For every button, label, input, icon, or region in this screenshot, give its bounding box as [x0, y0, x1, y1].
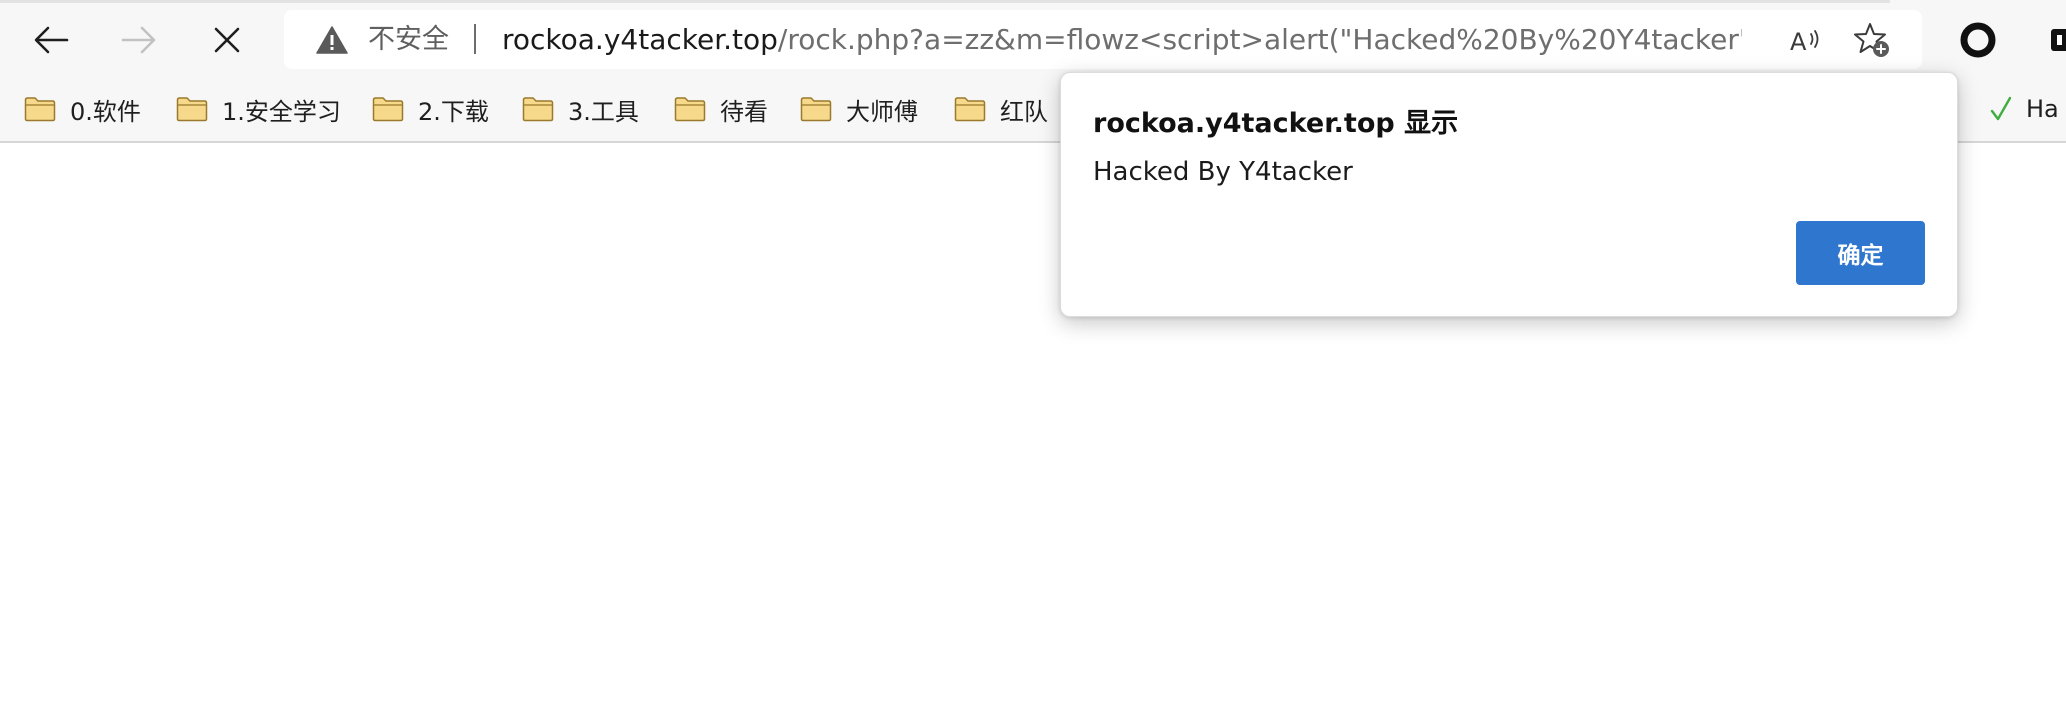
record-icon [1960, 22, 1996, 58]
security-status-label[interactable]: 不安全 [368, 10, 449, 69]
read-aloud-icon: A [1790, 28, 1819, 55]
bookmark-folder[interactable]: 1.安全学习 [176, 88, 341, 130]
bookmark-folder[interactable]: 大师傅 [800, 88, 918, 130]
folder-icon [522, 97, 554, 122]
bookmark-label: 1.安全学习 [222, 97, 341, 126]
alert-dialog: rockoa.y4tacker.top 显示 Hacked By Y4tacke… [1060, 72, 1958, 317]
bookmark-label: 0.软件 [70, 97, 141, 126]
back-button[interactable] [25, 14, 77, 66]
folder-icon [800, 97, 832, 122]
arrow-right-icon [121, 26, 156, 54]
warning-triangle-icon[interactable] [316, 26, 348, 54]
checkmark-icon [1990, 96, 2012, 121]
folder-icon [954, 97, 986, 122]
folder-icon [372, 97, 404, 122]
bookmark-folder[interactable]: 待看 [674, 88, 768, 130]
bookmark-label: 待看 [720, 97, 768, 126]
dialog-title: rockoa.y4tacker.top 显示 [1093, 108, 1459, 139]
bookmark-folder[interactable]: 3.工具 [522, 88, 639, 130]
extension-button-2[interactable] [2040, 18, 2066, 62]
close-icon [214, 27, 240, 53]
arrow-left-icon [34, 26, 69, 54]
read-aloud-button[interactable]: A [1786, 20, 1826, 60]
extension-button[interactable] [1956, 18, 2000, 62]
stop-button[interactable] [201, 14, 253, 66]
bookmark-label: 2.下载 [418, 97, 489, 126]
bookmark-item-check[interactable]: Ha [1990, 88, 2059, 130]
browser-window: 不安全 rockoa.y4tacker.top/rock.php?a=zz&m=… [0, 0, 2066, 706]
forward-button[interactable] [113, 14, 165, 66]
bookmark-label: 红队 [1000, 97, 1048, 126]
bookmark-label: 3.工具 [568, 97, 639, 126]
bookmark-folder[interactable]: 0.软件 [24, 88, 141, 130]
folder-icon [674, 97, 706, 122]
address-bar[interactable]: 不安全 rockoa.y4tacker.top/rock.php?a=zz&m=… [284, 10, 1922, 69]
dialog-message: Hacked By Y4tacker [1093, 157, 1353, 187]
star-add-icon [1854, 23, 1889, 57]
bookmark-folder[interactable]: 2.下载 [372, 88, 489, 130]
bookmark-label: 大师傅 [846, 97, 918, 126]
loading-progress-bar [0, 0, 1890, 3]
url-host: rockoa.y4tacker.top [502, 23, 778, 56]
ok-button[interactable]: 确定 [1796, 221, 1925, 285]
address-divider [474, 24, 476, 54]
folder-icon [24, 97, 56, 122]
url-input[interactable]: rockoa.y4tacker.top/rock.php?a=zz&m=flow… [502, 10, 1742, 69]
browser-toolbar: 不安全 rockoa.y4tacker.top/rock.php?a=zz&m=… [0, 0, 2066, 78]
add-favorite-button[interactable] [1852, 20, 1892, 60]
folder-icon [176, 97, 208, 122]
svg-text:A: A [1790, 28, 1807, 55]
url-path: /rock.php?a=zz&m=flowz<script>alert("Hac… [777, 23, 1742, 56]
extension-icon [2051, 29, 2066, 51]
bookmark-label: Ha [2026, 95, 2059, 123]
bookmark-folder[interactable]: 红队 [954, 88, 1048, 130]
